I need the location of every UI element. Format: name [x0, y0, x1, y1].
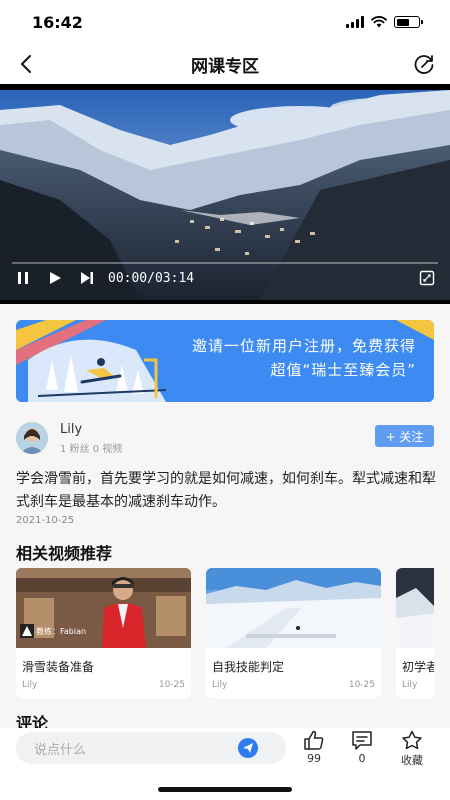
author-stats: 1 粉丝 0 视频: [60, 443, 123, 455]
related-video-card[interactable]: 自我技能判定 Lily 10-25: [206, 568, 381, 698]
card-author: Lily: [402, 680, 418, 690]
post-description: 学会滑雪前，首先要学习的就是如何减速，如何刹车。犁式减速和犁式刹车是最基本的减速…: [16, 471, 436, 510]
pause-button[interactable]: [10, 265, 36, 291]
video-player[interactable]: 00:00/03:14: [0, 84, 450, 304]
author-info: Lily 1 粉丝 0 视频: [60, 422, 122, 455]
card-author: Lily: [212, 680, 228, 690]
favorite-label: 收藏: [401, 754, 423, 767]
banner-text: 邀请一位新用户注册，免费获得 超值“瑞士至臻会员”: [192, 334, 416, 382]
card-date: 10-25: [348, 680, 375, 690]
video-thumbnail: [206, 568, 381, 648]
avatar[interactable]: [16, 422, 48, 454]
like-count: 99: [307, 752, 321, 765]
play-icon: [50, 272, 61, 284]
status-time: 16:42: [32, 12, 83, 32]
card-title: 初学者: [402, 660, 434, 674]
refresh-icon: [414, 55, 434, 74]
post-date: 2021-10-25: [16, 515, 75, 526]
skip-next-icon: [81, 272, 93, 284]
card-title: 自我技能判定: [212, 660, 285, 674]
chevron-left-icon: [21, 55, 31, 73]
back-button[interactable]: [12, 50, 40, 78]
wifi-icon: [371, 16, 387, 28]
like-button[interactable]: 99: [294, 730, 334, 765]
comment-button[interactable]: 0: [342, 730, 382, 765]
banner-line-2: 超值“瑞士至臻会员”: [270, 361, 416, 379]
favorite-button[interactable]: 收藏: [392, 730, 432, 768]
page-title: 网课专区: [191, 56, 259, 77]
star-icon: [402, 730, 422, 750]
refresh-button[interactable]: [410, 50, 438, 78]
battery-icon: [394, 16, 423, 28]
coach-badge: 教练：Fabian: [36, 626, 86, 636]
banner-line-1: 邀请一位新用户注册，免费获得: [191, 337, 416, 355]
video-thumbnail: [396, 568, 434, 648]
home-indicator: [158, 787, 292, 792]
related-video-card[interactable]: 初学者 Lily: [396, 568, 434, 698]
bottom-bar: 说点什么 99 0 收藏: [0, 728, 450, 800]
video-thumbnail: 教练：Fabian: [16, 568, 191, 648]
related-videos-list[interactable]: 教练：Fabian 滑雪装备准备 Lily 10-25 自我技能判定 Lily …: [16, 568, 434, 698]
thumbs-up-icon: [304, 730, 324, 750]
fullscreen-button[interactable]: [414, 265, 440, 291]
send-icon: [243, 743, 253, 753]
next-button[interactable]: [74, 265, 100, 291]
content-area[interactable]: 邀请一位新用户注册，免费获得 超值“瑞士至臻会员” Lily 1 粉丝 0 视频…: [0, 304, 450, 728]
status-icons: [346, 16, 423, 28]
follow-button[interactable]: + 关注: [375, 425, 434, 447]
comment-placeholder: 说点什么: [34, 742, 87, 758]
play-button[interactable]: [42, 265, 68, 291]
card-author: Lily: [22, 680, 38, 690]
status-bar: 16:42: [0, 0, 450, 44]
card-title: 滑雪装备准备: [22, 660, 95, 674]
pause-icon: [18, 272, 28, 284]
author-name[interactable]: Lily: [60, 422, 122, 437]
video-time: 00:00/03:14: [108, 270, 195, 286]
video-controls: 00:00/03:14: [0, 260, 450, 296]
invite-banner[interactable]: 邀请一位新用户注册，免费获得 超值“瑞士至臻会员”: [16, 320, 434, 402]
signal-icon: [346, 16, 364, 28]
fullscreen-icon: [419, 270, 435, 286]
card-date: 10-25: [158, 680, 185, 690]
comment-icon: [352, 731, 372, 750]
nav-bar: 网课专区: [0, 44, 450, 84]
comment-count: 0: [358, 752, 366, 765]
send-button[interactable]: [238, 738, 258, 758]
related-videos-title: 相关视频推荐: [16, 544, 113, 563]
comment-input[interactable]: 说点什么: [16, 732, 286, 764]
author-row: Lily 1 粉丝 0 视频 + 关注: [16, 420, 434, 456]
comments-title: 评论: [16, 714, 49, 728]
related-video-card[interactable]: 教练：Fabian 滑雪装备准备 Lily 10-25: [16, 568, 191, 698]
